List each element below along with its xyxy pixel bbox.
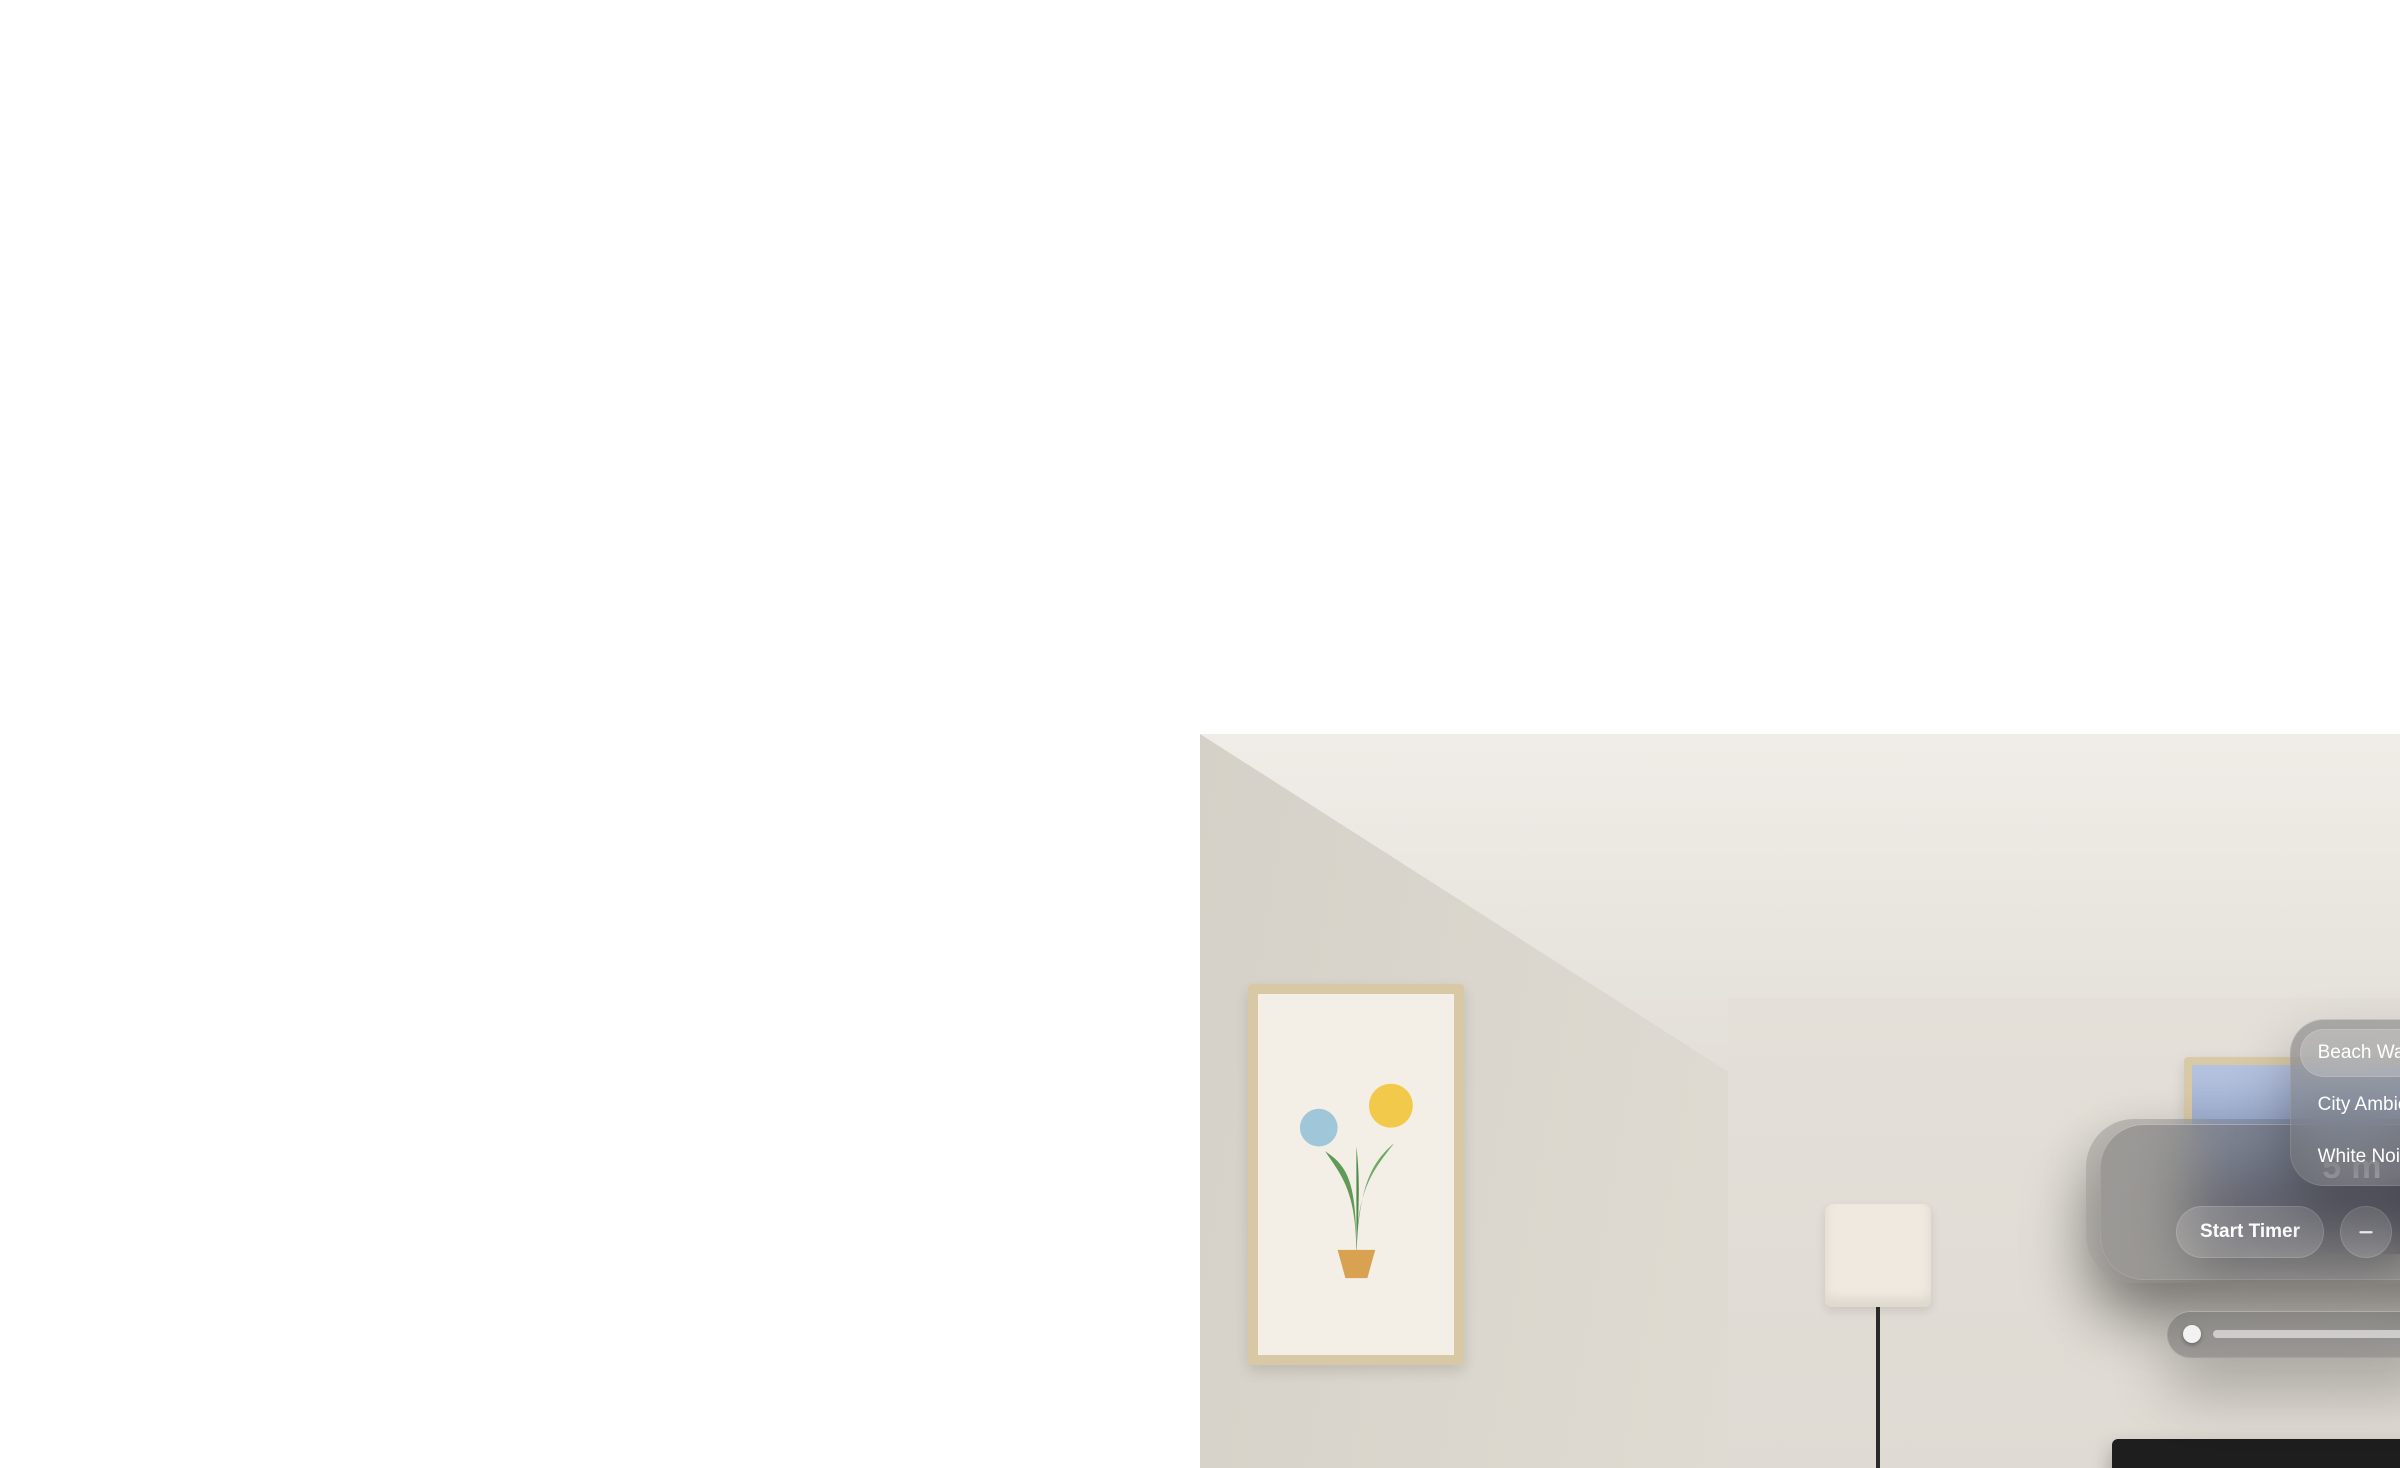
volume-slider-panel — [2167, 1311, 2400, 1358]
sound-menu-item-white-noise[interactable]: White Noise — [2300, 1133, 2400, 1181]
sound-menu-item-city-ambience[interactable]: City Ambience — [2300, 1081, 2400, 1129]
floor-lamp-left — [1812, 1204, 1944, 1468]
timer-controls: Start Timer — [2126, 1206, 2400, 1258]
wall-art-plant — [1248, 984, 1464, 1366]
decrease-button[interactable] — [2340, 1206, 2392, 1258]
slider-thumb[interactable] — [2183, 1325, 2201, 1343]
sound-menu: Beach Waves City Ambience White Noise — [2290, 1019, 2400, 1186]
menu-item-label: White Noise — [2318, 1146, 2400, 1168]
slider-track[interactable] — [2213, 1330, 2400, 1338]
menu-item-label: Beach Waves — [2318, 1042, 2400, 1064]
sound-menu-item-beach-waves[interactable]: Beach Waves — [2300, 1029, 2400, 1077]
tv — [2112, 1439, 2400, 1468]
start-timer-button[interactable]: Start Timer — [2176, 1206, 2324, 1258]
minus-icon — [2356, 1222, 2376, 1242]
start-timer-label: Start Timer — [2200, 1221, 2300, 1243]
menu-item-label: City Ambience — [2318, 1094, 2400, 1116]
room-background — [1200, 734, 2400, 1468]
